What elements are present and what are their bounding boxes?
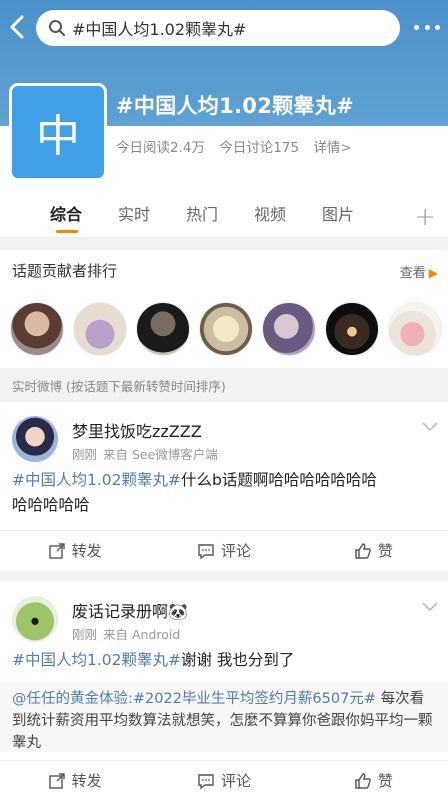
contributor-avatar[interactable]	[388, 302, 442, 356]
comment-icon	[198, 773, 214, 789]
thumbs-up-icon	[355, 772, 371, 789]
more-options-icon[interactable]	[414, 22, 440, 32]
contributor-avatar[interactable]	[136, 302, 190, 356]
search-icon	[49, 20, 65, 36]
comment-button[interactable]: 评论	[149, 531, 298, 570]
like-button[interactable]: 赞	[299, 761, 448, 800]
contributor-avatar[interactable]	[325, 302, 379, 356]
post-actions: 转发 评论 赞	[0, 530, 448, 570]
details-link[interactable]: 详情>	[313, 140, 351, 156]
topic-stats: 今日阅读2.4万 今日讨论175 详情>	[116, 136, 362, 156]
post-text: #中国人均1.02颗睾丸#什么b话题啊哈哈哈哈哈哈哈 哈哈哈哈哈	[12, 471, 377, 514]
discussions-count: 今日讨论175	[219, 140, 300, 156]
tab-video[interactable]: 视频	[254, 196, 322, 238]
search-bar[interactable]: #中国人均1.02颗睾丸#	[36, 10, 400, 46]
contributors-more[interactable]: 查看 ▶	[400, 262, 438, 281]
post-meta: 刚刚 来自 Android	[72, 627, 181, 642]
quoted-topic-tag[interactable]: :#2022毕业生平均签约月薪6507元#	[128, 691, 376, 707]
weibo-post: 废话记录册啊🐼 刚刚 来自 Android #中国人均1.02颗睾丸#谢谢 我也分…	[0, 582, 448, 800]
post-meta: 刚刚 来自 See微博客户端	[72, 447, 218, 462]
weibo-post: 梦里找饭吃zzZZZ 刚刚 来自 See微博客户端 #中国人均1.02颗睾丸#什么…	[0, 402, 448, 570]
topic-tag[interactable]: #中国人均1.02颗睾丸#	[12, 471, 181, 489]
topic-avatar: 中	[12, 86, 104, 178]
tab-comprehensive[interactable]: 综合	[50, 196, 118, 238]
repost-icon	[48, 542, 65, 559]
quoted-user[interactable]: @任任的黄金体验	[12, 691, 128, 707]
thumbs-up-icon	[355, 542, 371, 559]
realtime-label: 实时微博 (按话题下最新转赞时间排序)	[12, 379, 226, 394]
search-query[interactable]: #中国人均1.02颗睾丸#	[72, 16, 246, 40]
post-actions: 转发 评论 赞	[0, 760, 448, 800]
chevron-right-icon: ▶	[428, 266, 438, 280]
contributor-avatars	[10, 302, 448, 356]
contributor-avatar[interactable]	[73, 302, 127, 356]
contributor-avatar[interactable]	[262, 302, 316, 356]
tab-hot[interactable]: 热门	[186, 196, 254, 238]
comment-icon	[198, 543, 214, 559]
tab-images[interactable]: 图片	[322, 196, 390, 238]
quoted-post[interactable]: @任任的黄金体验:#2022毕业生平均签约月薪6507元# 每次看到统计薪资用平…	[0, 682, 448, 752]
contributors-heading: 话题贡献者排行	[12, 262, 118, 280]
back-arrow-icon[interactable]	[6, 14, 30, 40]
active-tab-indicator	[56, 229, 78, 233]
comment-button[interactable]: 评论	[149, 761, 298, 800]
add-tab-icon[interactable]: +	[414, 202, 436, 232]
avatar[interactable]	[12, 416, 58, 462]
post-text: #中国人均1.02颗睾丸#谢谢 我也分到了	[12, 651, 295, 669]
tab-realtime[interactable]: 实时	[118, 196, 186, 238]
repost-icon	[48, 772, 65, 789]
chevron-down-icon[interactable]	[422, 422, 438, 432]
topic-title: #中国人均1.02颗睾丸#	[116, 94, 354, 118]
repost-button[interactable]: 转发	[0, 761, 149, 800]
contributors-section: 话题贡献者排行 查看 ▶	[0, 250, 448, 368]
username[interactable]: 梦里找饭吃zzZZZ	[72, 418, 202, 442]
contributor-avatar[interactable]	[199, 302, 253, 356]
reads-count: 今日阅读2.4万	[116, 140, 205, 156]
topic-tabs: 综合 实时 热门 视频 图片 +	[0, 196, 448, 238]
contributor-avatar[interactable]	[10, 302, 64, 356]
avatar[interactable]	[12, 596, 58, 642]
like-button[interactable]: 赞	[299, 531, 448, 570]
topic-tag[interactable]: #中国人均1.02颗睾丸#	[12, 651, 181, 669]
repost-button[interactable]: 转发	[0, 531, 149, 570]
username[interactable]: 废话记录册啊🐼	[72, 598, 188, 622]
chevron-down-icon[interactable]	[422, 602, 438, 612]
